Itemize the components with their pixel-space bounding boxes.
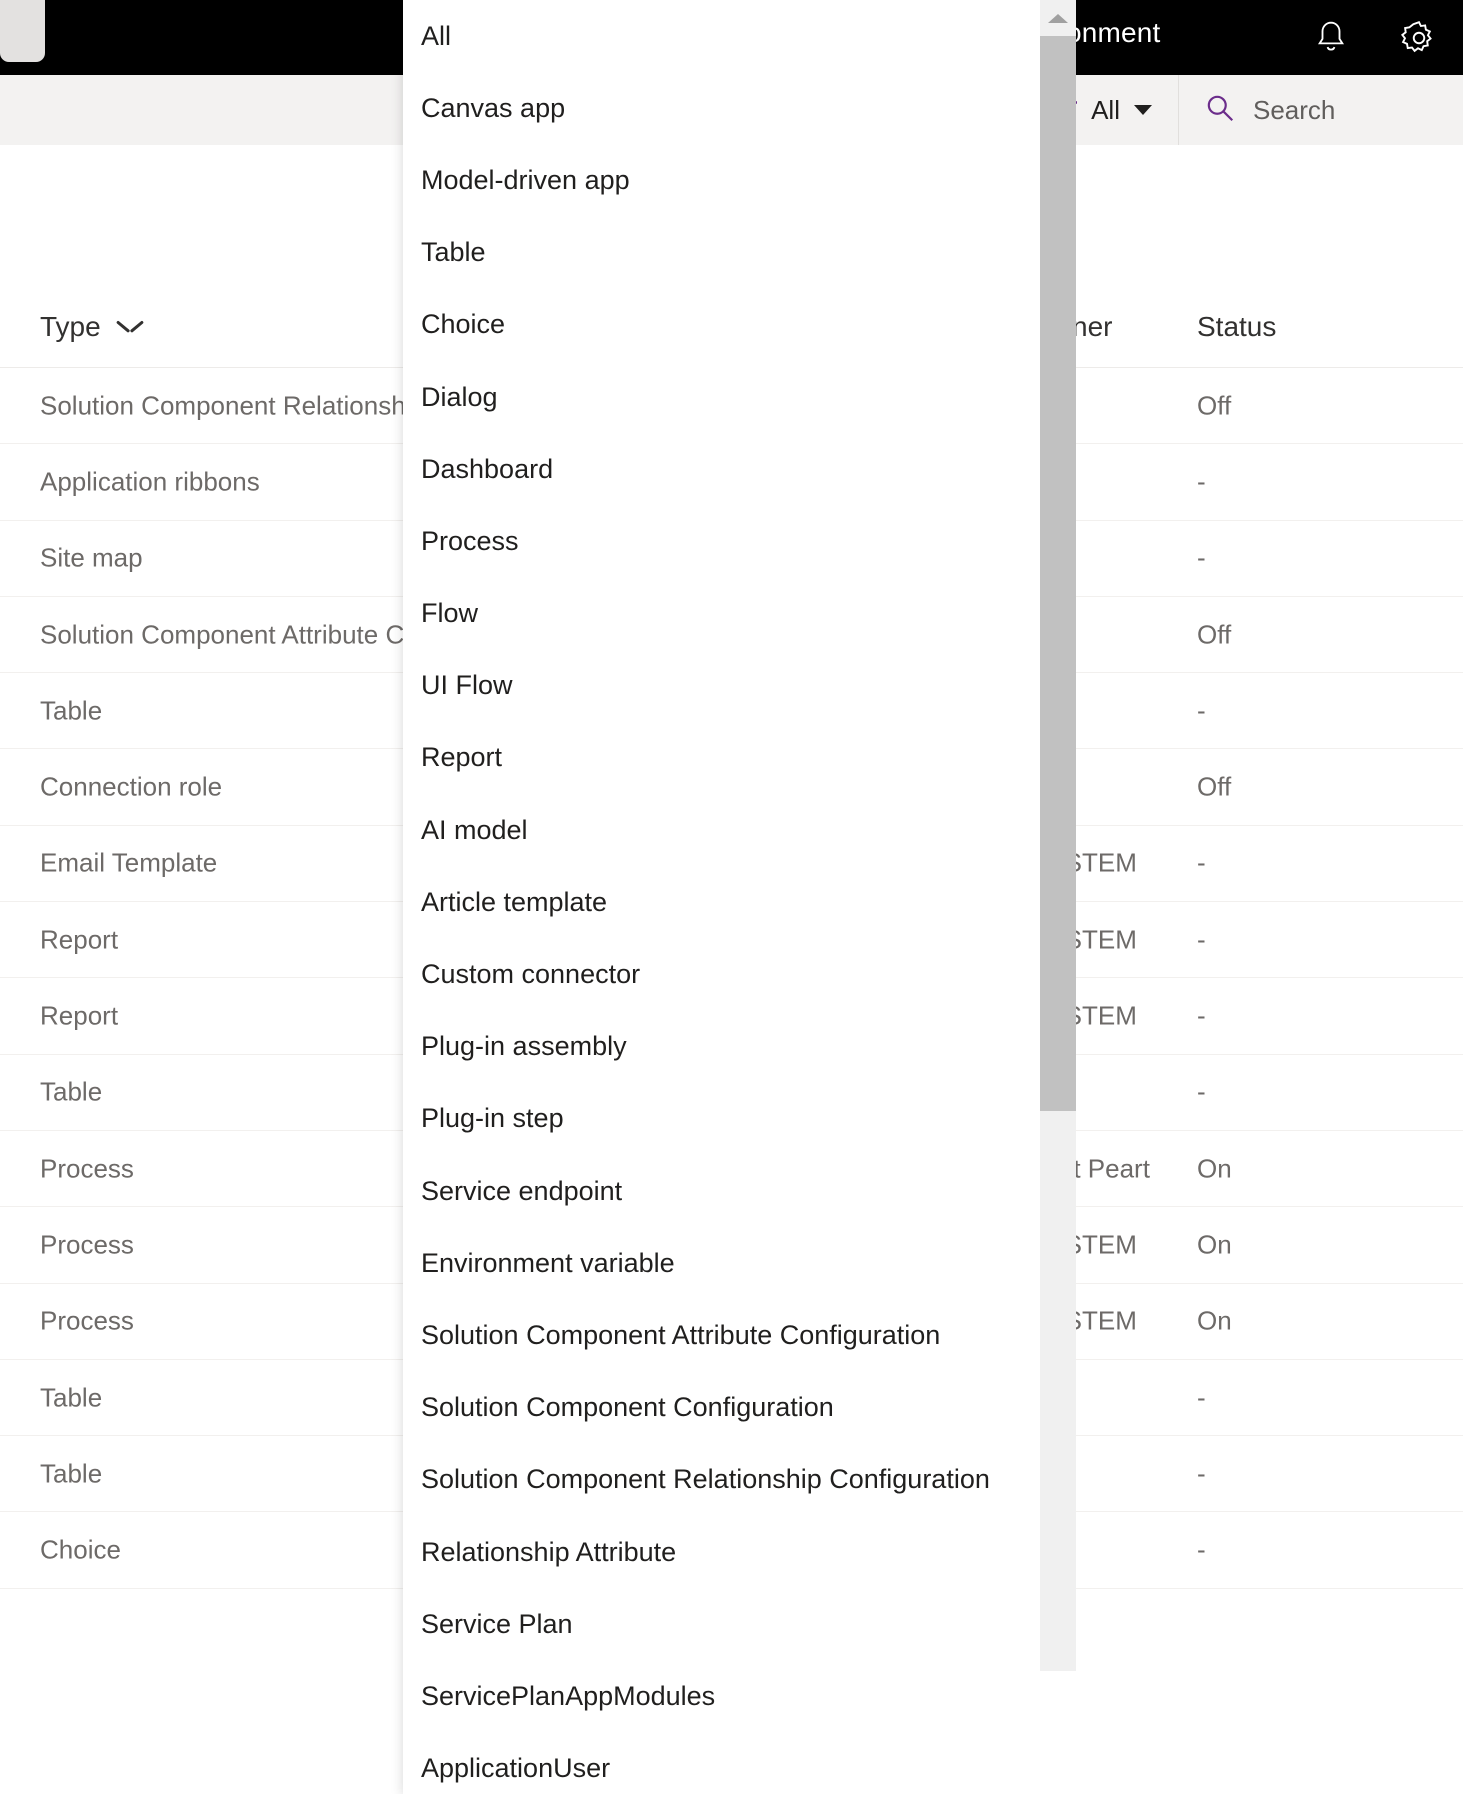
- dropdown-scroll-thumb[interactable]: [1040, 36, 1076, 1111]
- cell-type: Process: [40, 1153, 134, 1184]
- dropdown-option[interactable]: ServicePlanAppModules: [403, 1660, 1040, 1732]
- dropdown-option[interactable]: Choice: [403, 289, 1040, 361]
- dropdown-scrollbar[interactable]: [1040, 0, 1076, 1794]
- dropdown-option[interactable]: ApplicationUser: [403, 1733, 1040, 1794]
- cell-type: Process: [40, 1229, 134, 1260]
- cell-type: Report: [40, 1001, 118, 1032]
- dropdown-option[interactable]: Service Plan: [403, 1588, 1040, 1660]
- cell-status: -: [1197, 1001, 1206, 1032]
- dropdown-option[interactable]: All: [403, 0, 1040, 72]
- scroll-up-button[interactable]: [1040, 0, 1076, 36]
- cell-type: Solution Component Relationship: [40, 390, 426, 421]
- chevron-down-icon: [117, 320, 143, 335]
- dropdown-option[interactable]: Solution Component Configuration: [403, 1372, 1040, 1444]
- dropdown-option[interactable]: Table: [403, 217, 1040, 289]
- browser-tab[interactable]: [0, 0, 45, 62]
- dropdown-option[interactable]: Article template: [403, 866, 1040, 938]
- cell-type: Choice: [40, 1535, 121, 1566]
- cell-type: Table: [40, 1458, 102, 1489]
- dropdown-option[interactable]: AI model: [403, 794, 1040, 866]
- command-bar-right-group: All Search: [1022, 75, 1463, 145]
- search-icon: [1205, 93, 1235, 128]
- dropdown-option[interactable]: Relationship Attribute: [403, 1516, 1040, 1588]
- cell-status: On: [1197, 1153, 1232, 1184]
- cell-status: -: [1197, 695, 1206, 726]
- cell-type: Application ribbons: [40, 466, 260, 497]
- dropdown-option[interactable]: Plug-in step: [403, 1083, 1040, 1155]
- search-box[interactable]: Search: [1178, 75, 1463, 145]
- app-header-actions: [1287, 0, 1463, 75]
- dropdown-option[interactable]: Solution Component Relationship Configur…: [403, 1444, 1040, 1516]
- cell-status: Off: [1197, 619, 1231, 650]
- type-filter-option-list: AllCanvas appModel-driven appTableChoice…: [403, 0, 1040, 1794]
- dropdown-option[interactable]: Solution Component Attribute Configurati…: [403, 1299, 1040, 1371]
- cell-status: -: [1197, 466, 1206, 497]
- view-filter-label: All: [1091, 95, 1120, 126]
- dropdown-option[interactable]: Process: [403, 505, 1040, 577]
- cell-status: -: [1197, 1077, 1206, 1108]
- gear-icon[interactable]: [1375, 0, 1463, 75]
- dropdown-scroll-track-lower[interactable]: [1040, 1111, 1076, 1671]
- cell-status: -: [1197, 543, 1206, 574]
- cell-type: Process: [40, 1306, 134, 1337]
- dropdown-option[interactable]: Canvas app: [403, 72, 1040, 144]
- dropdown-option[interactable]: Service endpoint: [403, 1155, 1040, 1227]
- dropdown-option[interactable]: Model-driven app: [403, 144, 1040, 216]
- cell-status: -: [1197, 1458, 1206, 1489]
- column-header-type[interactable]: Type: [40, 311, 143, 343]
- dropdown-option[interactable]: Plug-in assembly: [403, 1011, 1040, 1083]
- chevron-down-icon: [1134, 105, 1152, 115]
- cell-type: Table: [40, 695, 102, 726]
- column-header-status[interactable]: Status: [1197, 311, 1276, 343]
- cell-status: Off: [1197, 390, 1231, 421]
- cell-status: -: [1197, 1535, 1206, 1566]
- cell-type: Table: [40, 1077, 102, 1108]
- cell-status: Off: [1197, 772, 1231, 803]
- type-filter-dropdown[interactable]: AllCanvas appModel-driven appTableChoice…: [403, 0, 1040, 1794]
- cell-type: Connection role: [40, 772, 222, 803]
- dropdown-option[interactable]: UI Flow: [403, 650, 1040, 722]
- dropdown-option[interactable]: Custom connector: [403, 938, 1040, 1010]
- dropdown-option[interactable]: Dashboard: [403, 433, 1040, 505]
- search-placeholder: Search: [1253, 95, 1335, 126]
- column-header-type-label: Type: [40, 311, 101, 343]
- cell-type: Solution Component Attribute Co: [40, 619, 419, 650]
- cell-status: -: [1197, 924, 1206, 955]
- cell-status: On: [1197, 1306, 1232, 1337]
- dropdown-option[interactable]: Dialog: [403, 361, 1040, 433]
- dropdown-option[interactable]: Flow: [403, 578, 1040, 650]
- cell-status: On: [1197, 1229, 1232, 1260]
- cell-status: -: [1197, 848, 1206, 879]
- dropdown-option[interactable]: Report: [403, 722, 1040, 794]
- cell-type: Site map: [40, 543, 143, 574]
- cell-type: Table: [40, 1382, 102, 1413]
- bell-icon[interactable]: [1287, 0, 1375, 75]
- cell-type: Report: [40, 924, 118, 955]
- cell-status: -: [1197, 1382, 1206, 1413]
- cell-type: Email Template: [40, 848, 217, 879]
- dropdown-option[interactable]: Environment variable: [403, 1227, 1040, 1299]
- triangle-up-icon: [1048, 14, 1068, 23]
